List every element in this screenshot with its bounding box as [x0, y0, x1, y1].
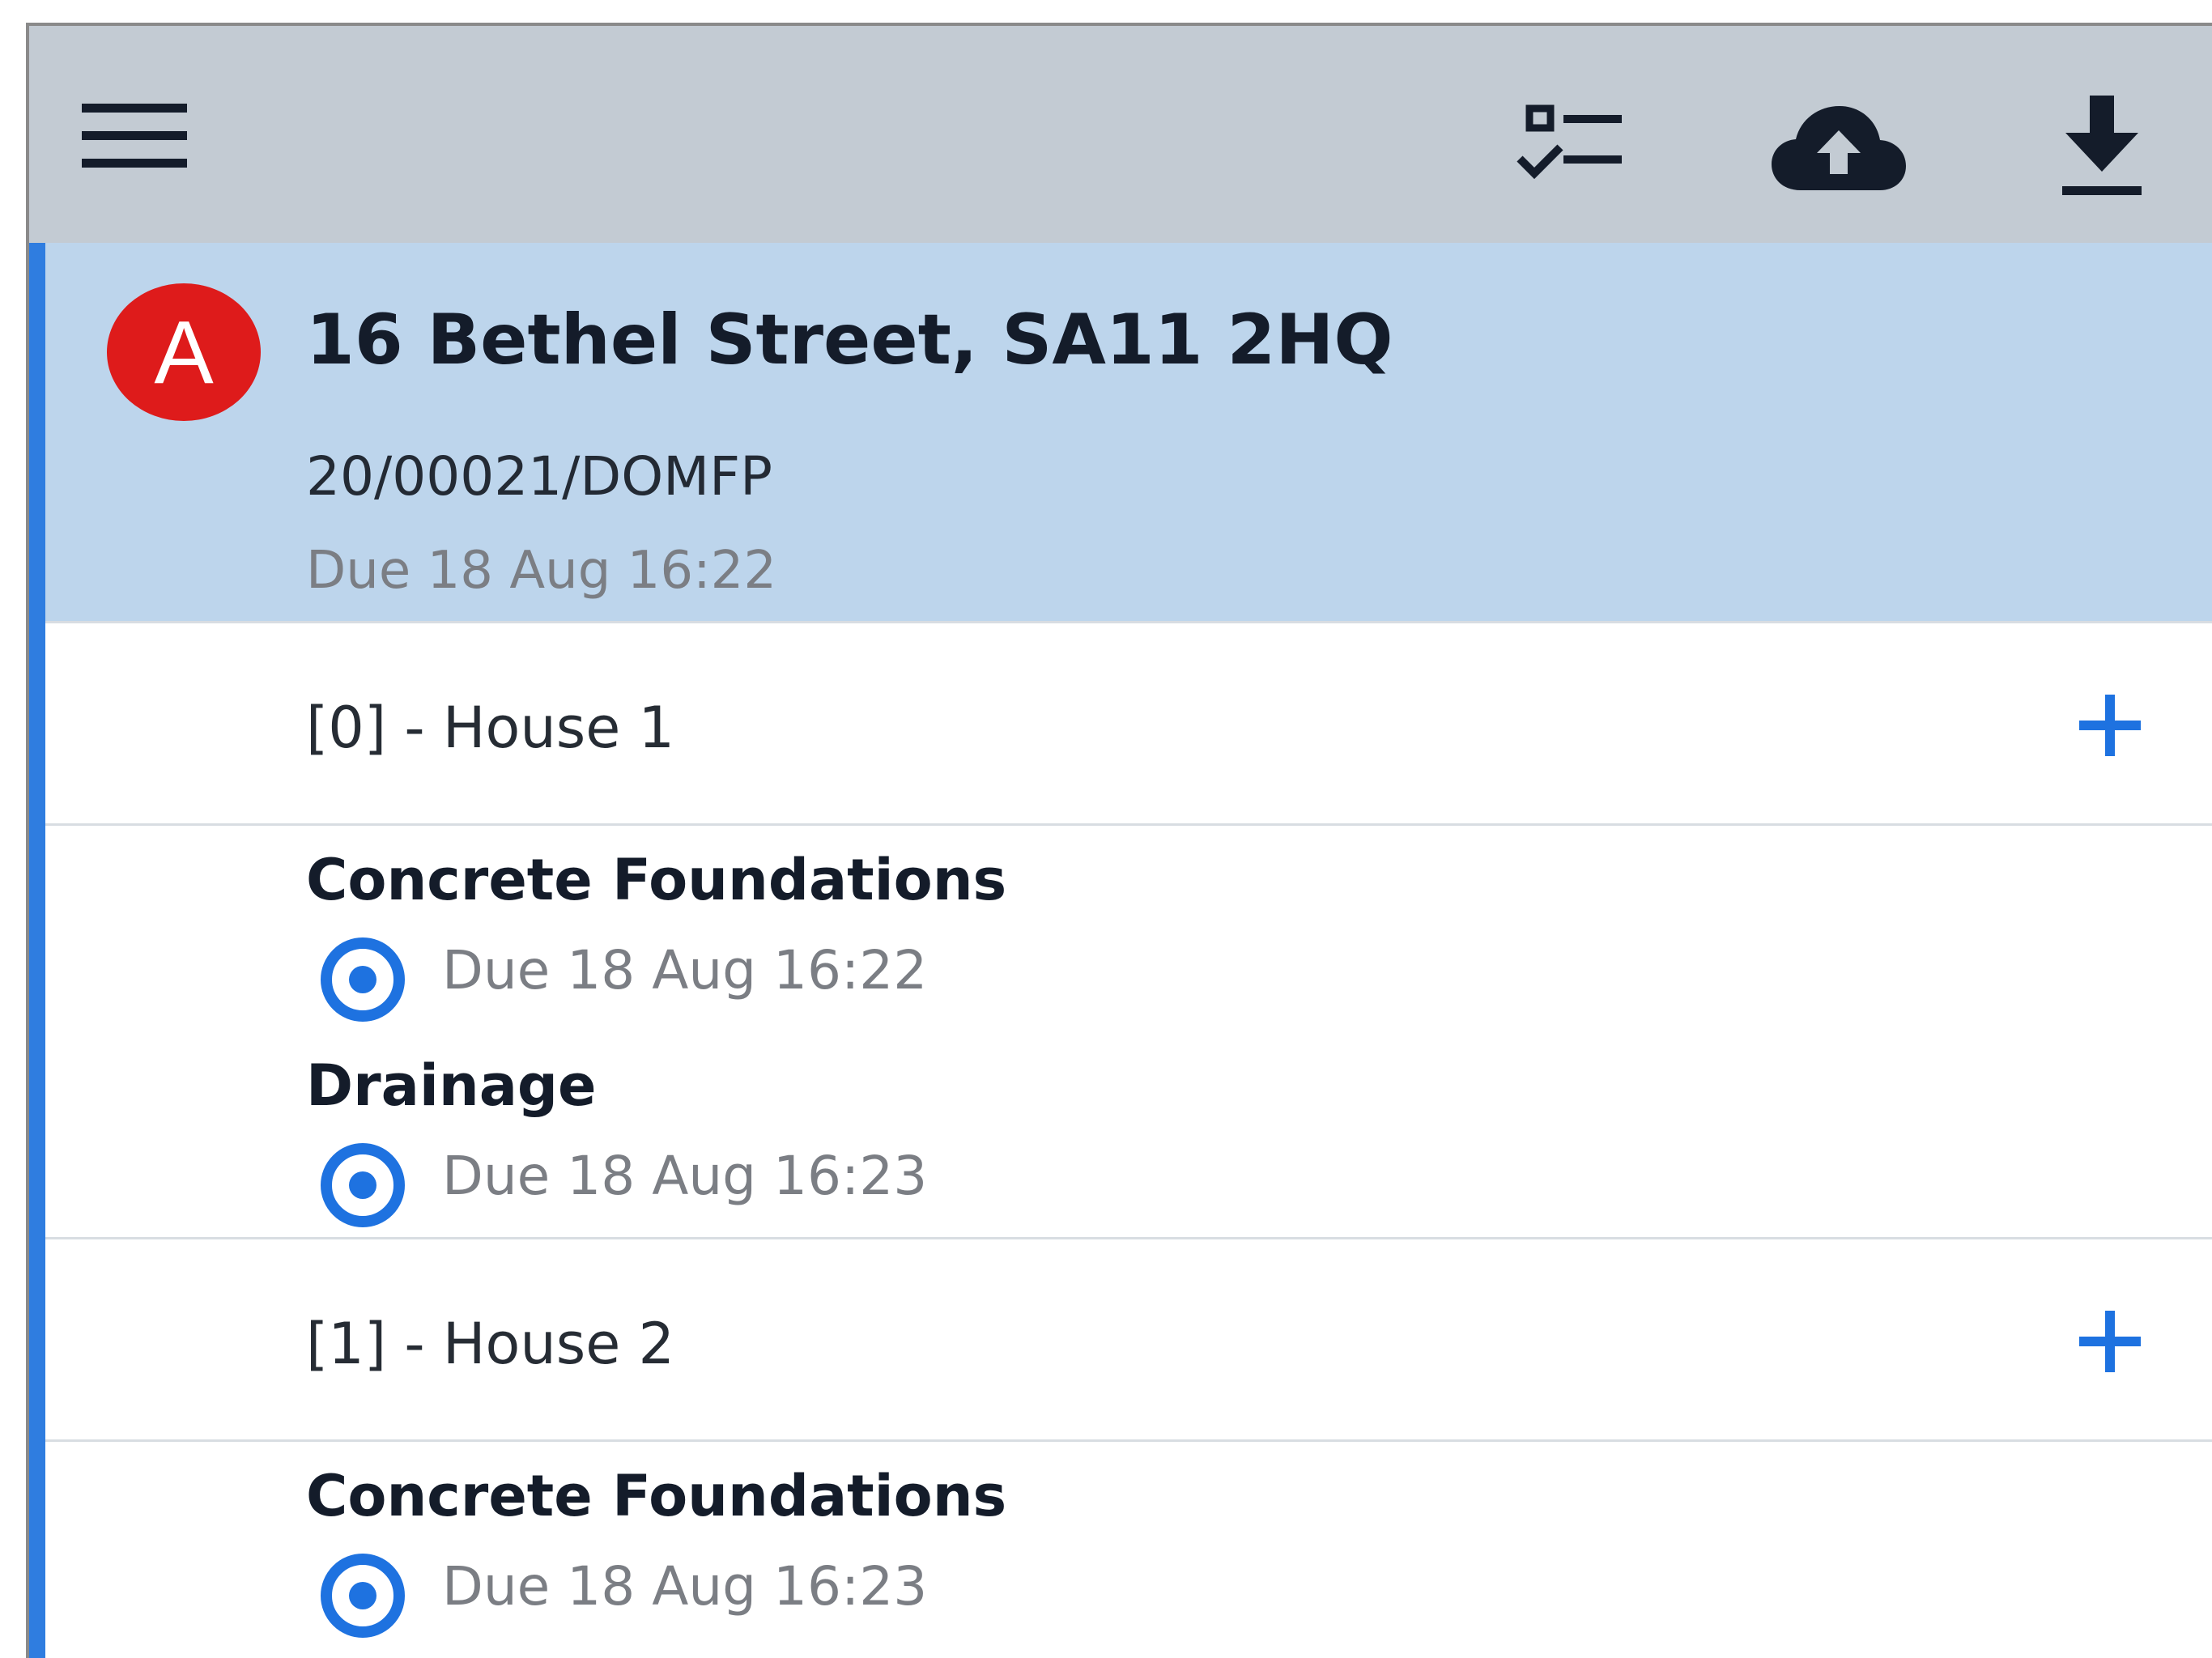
- checklist-button[interactable]: [1511, 96, 1632, 193]
- download-button[interactable]: [2045, 87, 2159, 209]
- inspection-address: 16 Bethel Street, SA11 2HQ: [306, 300, 1393, 380]
- list-item[interactable]: Concrete Foundations Due 18 Aug 16:23: [45, 1442, 2212, 1647]
- cloud-upload-icon: [1772, 106, 1906, 190]
- inspection-header[interactable]: A 16 Bethel Street, SA11 2HQ 20/00021/DO…: [45, 243, 2212, 623]
- avatar: A: [107, 283, 261, 421]
- app-window: A 16 Bethel Street, SA11 2HQ 20/00021/DO…: [26, 23, 2212, 1658]
- group-items: Concrete Foundations Due 18 Aug 16:23: [45, 1442, 2212, 1647]
- list-item[interactable]: Drainage Due 18 Aug 16:23: [45, 1031, 2212, 1237]
- item-title: Concrete Foundations: [306, 1463, 1007, 1529]
- target-icon: [321, 1143, 405, 1227]
- item-title: Concrete Foundations: [306, 847, 1007, 913]
- target-icon: [321, 1554, 405, 1638]
- inspection-list: A 16 Bethel Street, SA11 2HQ 20/00021/DO…: [29, 243, 2212, 1658]
- plus-icon: [2079, 695, 2141, 756]
- group-items: Concrete Foundations Due 18 Aug 16:22 Dr…: [45, 826, 2212, 1239]
- download-icon: [2062, 96, 2142, 195]
- item-due: Due 18 Aug 16:23: [442, 1555, 928, 1618]
- menu-button[interactable]: [78, 96, 191, 176]
- item-title: Drainage: [306, 1052, 597, 1119]
- add-button[interactable]: [2071, 687, 2149, 764]
- inspection-due: Due 18 Aug 16:22: [306, 541, 777, 601]
- group-label: [0] - House 1: [306, 695, 675, 761]
- item-due: Due 18 Aug 16:22: [442, 939, 928, 1001]
- menu-icon: [82, 104, 187, 168]
- item-due: Due 18 Aug 16:23: [442, 1145, 928, 1207]
- list-item[interactable]: Concrete Foundations Due 18 Aug 16:22: [45, 826, 2212, 1031]
- avatar-letter: A: [154, 302, 214, 402]
- plus-icon: [2079, 1311, 2141, 1372]
- upload-button[interactable]: [1762, 96, 1916, 201]
- group-row[interactable]: [1] - House 2: [45, 1239, 2212, 1442]
- target-icon: [321, 937, 405, 1022]
- inspection-reference: 20/00021/DOMFP: [306, 445, 772, 508]
- group-row[interactable]: [0] - House 1: [45, 623, 2212, 826]
- checklist-icon: [1516, 104, 1622, 180]
- group-label: [1] - House 2: [306, 1311, 675, 1377]
- top-toolbar: [29, 26, 2212, 243]
- add-button[interactable]: [2071, 1303, 2149, 1380]
